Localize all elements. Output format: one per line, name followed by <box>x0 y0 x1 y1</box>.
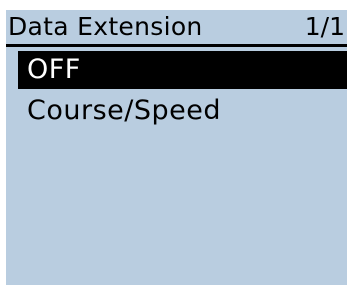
option-label: OFF <box>27 54 81 85</box>
page-indicator: 1/1 <box>304 12 345 41</box>
option-course-speed[interactable]: Course/Speed <box>18 92 347 130</box>
lcd-screen: Data Extension 1/1 OFF Course/Speed <box>6 10 347 285</box>
option-list: OFF Course/Speed <box>18 51 347 133</box>
screen-title: Data Extension <box>8 12 203 41</box>
header-divider <box>6 44 347 47</box>
option-label: Course/Speed <box>27 95 221 126</box>
option-off[interactable]: OFF <box>18 51 347 89</box>
screen-header: Data Extension 1/1 <box>6 10 347 47</box>
